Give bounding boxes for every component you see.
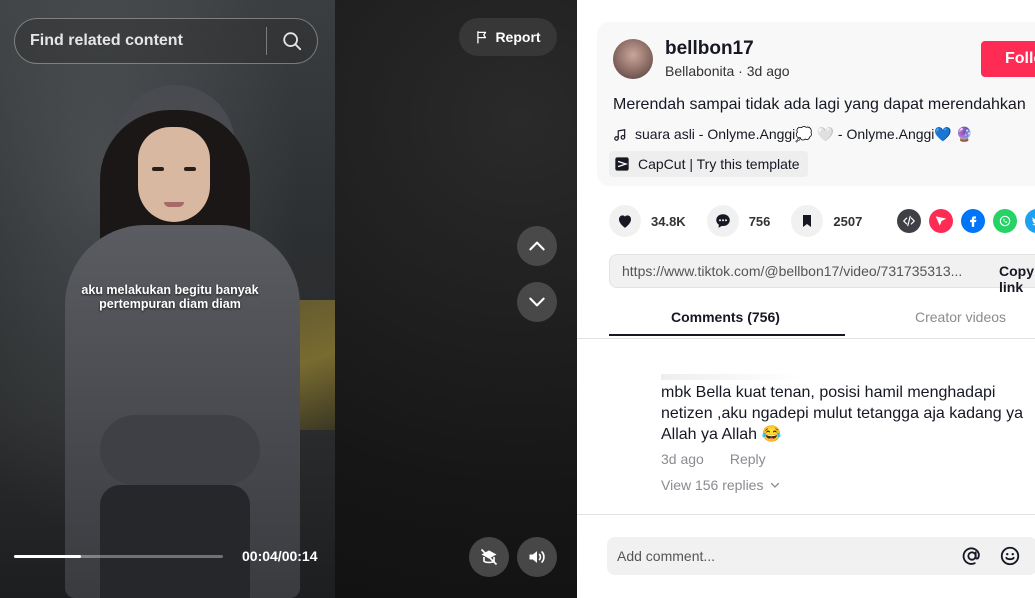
send-share-button[interactable] xyxy=(929,209,953,233)
author-subline: Bellabonita · 3d ago xyxy=(665,63,790,79)
video-legs xyxy=(100,485,250,598)
video-caption-line: pertempuran diam diam xyxy=(99,297,241,311)
video-caption: aku melakukan begitu banyak pertempuran … xyxy=(60,283,280,311)
facebook-icon xyxy=(970,216,977,227)
emoji-button[interactable] xyxy=(998,544,1022,568)
post-info-card: bellbon17 Bellabonita · 3d ago Follow Me… xyxy=(597,22,1035,186)
mini-player-icon xyxy=(480,548,498,566)
share-link-box[interactable]: https://www.tiktok.com/@bellbon17/video/… xyxy=(609,254,1035,295)
details-panel: bellbon17 Bellabonita · 3d ago Follow Me… xyxy=(577,0,1035,598)
embed-share-button[interactable] xyxy=(897,209,921,233)
post-description: Merendah sampai tidak ada lagi yang dapa… xyxy=(613,96,1026,113)
heart-icon xyxy=(619,215,631,228)
save-circle[interactable] xyxy=(791,205,824,237)
action-bar: 34.8K 756 2507 xyxy=(609,205,878,237)
chevron-down-icon xyxy=(771,482,780,488)
author-username[interactable]: bellbon17 xyxy=(665,38,754,60)
post-date: 3d ago xyxy=(746,63,790,79)
floating-player-button[interactable] xyxy=(469,537,509,577)
share-link-url[interactable]: https://www.tiktok.com/@bellbon17/video/… xyxy=(622,263,962,279)
comment-text: mbk Bella kuat tenan, posisi hamil mengh… xyxy=(661,384,1024,443)
author-avatar[interactable] xyxy=(613,39,653,79)
copy-link-button[interactable]: Copy link xyxy=(999,263,1035,295)
previous-video-button[interactable] xyxy=(517,226,557,266)
volume-icon xyxy=(529,551,545,563)
video-face xyxy=(138,127,210,222)
send-icon xyxy=(935,216,947,226)
like-circle[interactable] xyxy=(609,205,641,237)
video-mouth xyxy=(164,202,184,207)
music-title[interactable]: suara asli - Onlyme.Anggi💭 🤍 - Onlyme.An… xyxy=(635,126,973,143)
tab-comments[interactable]: Comments (756) xyxy=(671,309,780,325)
active-tab-indicator xyxy=(609,334,845,336)
video-pocket xyxy=(100,415,260,485)
search-input[interactable]: Find related content xyxy=(15,32,266,50)
embed-icon xyxy=(902,215,916,227)
like-count: 34.8K xyxy=(651,213,686,229)
save-button[interactable]: 2507 xyxy=(791,205,862,237)
subline-separator: · xyxy=(734,63,747,79)
video-progress-fill xyxy=(14,555,81,558)
view-replies-button[interactable]: View 156 replies xyxy=(661,477,1035,493)
video-progress-bar[interactable] xyxy=(14,555,223,558)
comment-icon xyxy=(715,214,730,228)
whatsapp-share-button[interactable] xyxy=(993,209,1017,233)
video-person xyxy=(60,85,310,598)
capcut-label[interactable]: CapCut | Try this template xyxy=(638,156,800,172)
comment-composer[interactable]: Add comment... xyxy=(607,537,1035,575)
music-note-icon xyxy=(614,128,626,141)
twitter-icon xyxy=(1031,217,1035,226)
related-search[interactable]: Find related content xyxy=(14,18,318,64)
facebook-share-button[interactable] xyxy=(961,209,985,233)
save-count: 2507 xyxy=(833,213,863,229)
bookmark-icon xyxy=(803,215,812,227)
video-stage: aku melakukan begitu banyak pertempuran … xyxy=(0,0,577,598)
share-buttons xyxy=(897,209,1035,233)
follow-button[interactable]: Follow xyxy=(981,41,1035,77)
video-player[interactable]: aku melakukan begitu banyak pertempuran … xyxy=(0,0,335,598)
whatsapp-icon xyxy=(999,215,1011,227)
video-caption-line: aku melakukan begitu banyak xyxy=(81,283,259,297)
twitter-share-button[interactable] xyxy=(1025,209,1035,233)
comment-circle[interactable] xyxy=(706,205,739,237)
video-eye xyxy=(184,167,196,171)
view-replies-label[interactable]: View 156 replies xyxy=(661,477,763,493)
comment-item: mbk Bella kuat tenan, posisi hamil mengh… xyxy=(661,374,1035,493)
comment-button[interactable]: 756 xyxy=(706,205,771,237)
next-video-button[interactable] xyxy=(517,282,557,322)
volume-button[interactable] xyxy=(517,537,557,577)
music-link[interactable]: suara asli - Onlyme.Anggi💭 🤍 - Onlyme.An… xyxy=(613,126,973,143)
tabs-divider xyxy=(577,338,1035,339)
comment-author-faded xyxy=(661,374,801,380)
chevron-up-icon xyxy=(529,241,545,251)
comment-meta: 3d ago Reply xyxy=(661,451,1035,467)
mention-button[interactable] xyxy=(960,544,984,568)
comment-input[interactable]: Add comment... xyxy=(617,548,715,564)
reply-button[interactable]: Reply xyxy=(730,451,766,467)
composer-divider xyxy=(577,514,1035,515)
content-tabs: Comments (756) Creator videos xyxy=(609,297,1035,337)
flag-icon xyxy=(477,31,487,44)
tab-creator-videos[interactable]: Creator videos xyxy=(915,309,1006,325)
search-button[interactable] xyxy=(267,18,317,64)
capcut-template-link[interactable]: CapCut | Try this template xyxy=(609,151,808,177)
video-time: 00:04/00:14 xyxy=(242,548,318,564)
emoji-icon xyxy=(1000,546,1020,566)
report-button[interactable]: Report xyxy=(459,18,557,56)
at-sign-icon xyxy=(962,547,980,565)
capcut-icon xyxy=(615,157,629,171)
author-nickname[interactable]: Bellabonita xyxy=(665,63,734,79)
video-eye xyxy=(152,167,164,171)
search-icon xyxy=(283,32,302,51)
comment-count: 756 xyxy=(748,213,771,229)
comment-date: 3d ago xyxy=(661,451,704,467)
like-button[interactable]: 34.8K xyxy=(609,205,686,237)
chevron-down-icon xyxy=(529,297,545,307)
report-label: Report xyxy=(495,29,541,45)
